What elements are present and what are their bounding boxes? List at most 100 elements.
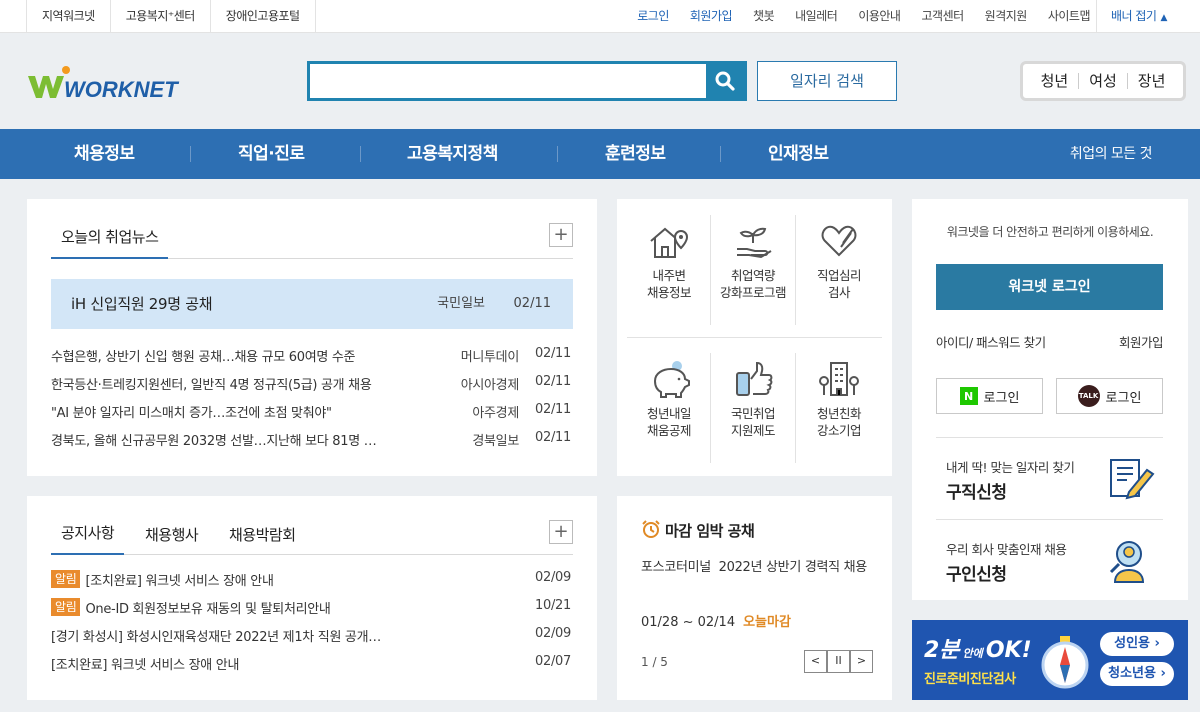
site-link-employment-center[interactable]: 고용복지⁺센터	[109, 0, 210, 33]
banner-toggle-button[interactable]: 배너 접기 ▲	[1096, 0, 1200, 33]
kakao-talk-icon: TALK	[1077, 385, 1100, 407]
job-seeker-apply[interactable]: 내게 딱! 맞는 일자리 찾기 구직신청	[936, 437, 1163, 519]
service-nearby-jobs[interactable]: 내주변 채용정보	[627, 221, 711, 301]
nav-divider	[720, 146, 721, 162]
tab-job-fair[interactable]: 채용박람회	[229, 524, 296, 555]
service-psych-test[interactable]: 직업심리 검사	[797, 221, 881, 301]
naver-login-label: 로그인	[983, 390, 1020, 406]
list-item[interactable]: 한국등산·트레킹지원센터, 일반직 4명 정규직(5급) 공개 채용 아시아경제 0…	[51, 374, 573, 394]
site-link-disability-portal[interactable]: 장애인고용포털	[209, 0, 316, 33]
search-icon	[715, 71, 735, 91]
worknet-logo[interactable]: WORKNET	[26, 62, 186, 102]
service-label: 직업심리	[816, 268, 862, 283]
login-panel: 워크넷을 더 안전하고 편리하게 이용하세요. 워크넷 로그인 아이디/ 패스워…	[912, 199, 1188, 600]
list-item[interactable]: [조치완료] 워크넷 서비스 장애 안내 02/07	[51, 654, 573, 674]
next-button[interactable]: >	[850, 650, 873, 673]
site-link-local-worknet[interactable]: 지역워크넷	[26, 0, 110, 33]
tab-today-news[interactable]: 오늘의 취업뉴스	[51, 226, 169, 259]
youth-button[interactable]: 청소년용 ›	[1100, 662, 1174, 686]
employer-apply[interactable]: 우리 회사 맞춤인재 채용 구인신청	[936, 519, 1163, 601]
alarm-clock-icon	[642, 520, 660, 538]
list-item[interactable]: "AI 분야 일자리 미스매치 증가…조건에 초점 맞춰야" 아주경제 02/11	[51, 402, 573, 422]
service-youth-savings[interactable]: 청년내일 채움공제	[627, 359, 711, 439]
tab-recruit-events[interactable]: 채용행사	[145, 524, 199, 555]
tab-notice[interactable]: 공지사항	[51, 522, 125, 555]
service-label: 국민취업	[730, 406, 776, 421]
building-icon	[819, 362, 859, 396]
career-test-banner[interactable]: 2분 안에 OK! 진로준비진단검사 성인용 › 청소년용 ›	[912, 620, 1188, 700]
headline-date: 02/11	[513, 296, 551, 311]
nav-all-about-jobs[interactable]: 취업의 모든 것	[1070, 129, 1153, 179]
pause-button[interactable]: II	[827, 650, 850, 673]
nav-training[interactable]: 훈련정보	[605, 129, 666, 179]
signup-link[interactable]: 회원가입	[690, 0, 733, 33]
deadline-job-link[interactable]: 포스코터미널 2022년 상반기 경력직 채용	[641, 555, 871, 580]
stopwatch-compass-icon	[1041, 636, 1089, 689]
adult-button[interactable]: 성인용 ›	[1100, 632, 1174, 656]
house-map-pin-icon	[650, 227, 689, 258]
deadline-date: 01/28 ~ 02/14 오늘마감	[641, 611, 791, 630]
headline-title: iH 신입직원 29명 공채	[71, 295, 213, 313]
company-name: 포스코터미널	[641, 560, 711, 575]
list-item[interactable]: 알림 One-ID 회원정보보유 재동의 및 탈퇴처리안내 10/21	[51, 598, 573, 618]
women-link[interactable]: 여성	[1078, 73, 1127, 89]
naver-login-button[interactable]: N 로그인	[936, 378, 1043, 414]
login-intro: 워크넷을 더 안전하고 편리하게 이용하세요.	[946, 225, 1154, 239]
service-national-employment[interactable]: 국민취업 지원제도	[711, 359, 795, 439]
login-link[interactable]: 로그인	[637, 0, 669, 33]
kakao-login-button[interactable]: TALK 로그인	[1056, 378, 1163, 414]
closing-today-badge: 오늘마감	[743, 615, 791, 630]
notice-panel: 공지사항 채용행사 채용박람회 + 알림 [조치완료] 워크넷 서비스 장애 안내…	[27, 496, 597, 700]
worknet-login-button[interactable]: 워크넷 로그인	[936, 264, 1163, 310]
service-label: 취업역량	[730, 268, 776, 283]
service-label: 지원제도	[730, 423, 776, 438]
nav-divider	[190, 146, 191, 162]
join-link[interactable]: 회원가입	[1119, 332, 1164, 351]
sprout-hand-icon	[737, 227, 772, 259]
nav-career[interactable]: 직업·진로	[238, 129, 305, 179]
nav-divider	[557, 146, 558, 162]
divider	[795, 215, 796, 325]
main-navigation: 채용정보 직업·진로 고용복지정책 훈련정보 인재정보 취업의 모든 것	[0, 129, 1200, 179]
find-id-password-link[interactable]: 아이디/ 패스워드 찾기	[936, 332, 1046, 351]
guide-link[interactable]: 이용안내	[858, 0, 901, 33]
news-source: 아주경제	[472, 406, 519, 421]
deadline-title: 마감 임박 공채	[665, 522, 755, 540]
chatbot-link[interactable]: 챗봇	[753, 0, 775, 33]
support-link[interactable]: 고객센터	[921, 0, 964, 33]
util-links: 로그인 회원가입 챗봇 내일레터 이용안내 고객센터 원격지원 사이트맵	[616, 0, 1090, 33]
sitemap-link[interactable]: 사이트맵	[1048, 0, 1091, 33]
nav-talent[interactable]: 인재정보	[768, 129, 829, 179]
utility-bar: 지역워크넷 고용복지⁺센터 장애인고용포털 로그인 회원가입 챗봇 내일레터 이…	[0, 0, 1200, 33]
remote-support-link[interactable]: 원격지원	[985, 0, 1028, 33]
list-item[interactable]: 수협은행, 상반기 신입 행원 공채…채용 규모 60여명 수준 머니투데이 02/…	[51, 346, 573, 366]
list-item[interactable]: 경북도, 올해 신규공무원 2032명 선발…지난해 보다 81명 … 경북일보 0…	[51, 430, 573, 450]
notice-more-button[interactable]: +	[549, 520, 573, 544]
list-item[interactable]: [경기 화성시] 화성시인재육성재단 2022년 제1차 직원 공개… 02/09	[51, 626, 573, 646]
news-source: 경북일보	[472, 434, 519, 449]
newsletter-link[interactable]: 내일레터	[795, 0, 838, 33]
deadline-panel: 마감 임박 공채 포스코터미널 2022년 상반기 경력직 채용 01/28 ~…	[617, 496, 892, 700]
prev-button[interactable]: <	[804, 650, 827, 673]
apply-job-sub: 내게 딱! 맞는 일자리 찾기	[946, 460, 1075, 475]
service-employability-program[interactable]: 취업역량 강화프로그램	[711, 221, 795, 301]
service-youth-friendly-sme[interactable]: 청년친화 강소기업	[797, 359, 881, 439]
notice-title: [조치완료] 워크넷 서비스 장애 안내	[85, 574, 274, 589]
news-date: 02/11	[535, 374, 571, 389]
senior-link[interactable]: 장년	[1126, 73, 1176, 89]
nav-recruit-info[interactable]: 채용정보	[74, 129, 135, 179]
list-item[interactable]: 알림 [조치완료] 워크넷 서비스 장애 안내 02/09	[51, 570, 573, 590]
notice-title: [경기 화성시] 화성시인재육성재단 2022년 제1차 직원 공개…	[51, 630, 381, 645]
notice-title: [조치완료] 워크넷 서비스 장애 안내	[51, 658, 240, 673]
banner-subtitle: 진로준비진단검사	[924, 672, 1016, 687]
youth-link[interactable]: 청년	[1031, 73, 1079, 89]
headline-news[interactable]: iH 신입직원 29명 공채 국민일보 02/11	[51, 279, 573, 329]
search-input[interactable]	[310, 64, 706, 98]
date-range: 01/28 ~ 02/14	[641, 615, 736, 630]
search-button[interactable]	[706, 64, 744, 98]
alert-badge: 알림	[51, 598, 81, 616]
nav-welfare-policy[interactable]: 고용복지정책	[407, 129, 498, 179]
job-search-button[interactable]: 일자리 검색	[757, 61, 897, 101]
news-date: 02/11	[535, 402, 571, 417]
news-more-button[interactable]: +	[549, 223, 573, 247]
